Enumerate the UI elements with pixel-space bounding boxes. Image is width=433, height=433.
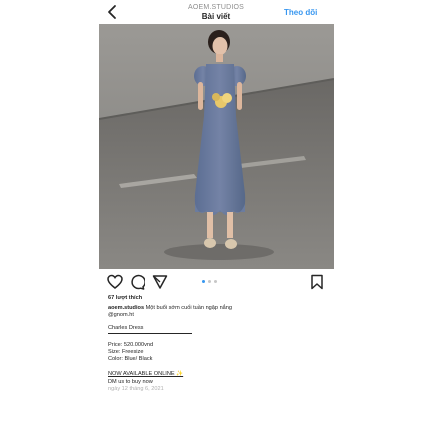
post-image [99, 24, 334, 269]
post-header: AOEM.STUDIOS Bài viết Theo dõi [0, 0, 433, 24]
share-icon[interactable] [152, 274, 168, 290]
like-count[interactable]: 67 lượt thích [108, 295, 338, 302]
action-bar [99, 274, 334, 290]
page-title: Bài viết [201, 12, 231, 21]
comment-icon[interactable] [129, 274, 145, 290]
product-name: Charles Dress [108, 324, 144, 331]
caption-username[interactable]: aoem.studios [108, 305, 144, 311]
post-photo[interactable] [99, 24, 334, 269]
carousel-indicator [202, 280, 232, 284]
post-caption: 67 lượt thích aoem.studios Một buổi sớm … [108, 295, 338, 393]
bookmark-icon[interactable] [309, 274, 325, 290]
product-color: Color: Blue/ Black [108, 356, 153, 363]
product-price: Price: 520.000vnd [108, 341, 154, 348]
carousel-dot [202, 280, 205, 283]
account-name[interactable]: AOEM.STUDIOS [180, 3, 252, 12]
carousel-dot [208, 280, 211, 283]
product-size: Size: Freesize [108, 349, 144, 356]
carousel-dot [214, 280, 217, 283]
post-date: ngày 12 tháng 6, 2021 [108, 385, 164, 392]
header-title-block: AOEM.STUDIOS Bài viết [180, 3, 252, 21]
dm-note: DM us to buy now [108, 378, 153, 385]
availability-note: NOW AVAILABLE ONLINE ✨ [108, 371, 184, 378]
heart-icon[interactable] [107, 274, 123, 290]
chevron-left-icon[interactable] [106, 4, 120, 20]
caption-line: aoem.studios Một buổi sớm cuối tuần ngập… [108, 305, 338, 312]
caption-mention[interactable]: @gnom.ht [108, 312, 338, 319]
follow-button[interactable]: Theo dõi [284, 8, 317, 17]
caption-text: Một buổi sớm cuối tuần ngập nắng [145, 305, 233, 312]
